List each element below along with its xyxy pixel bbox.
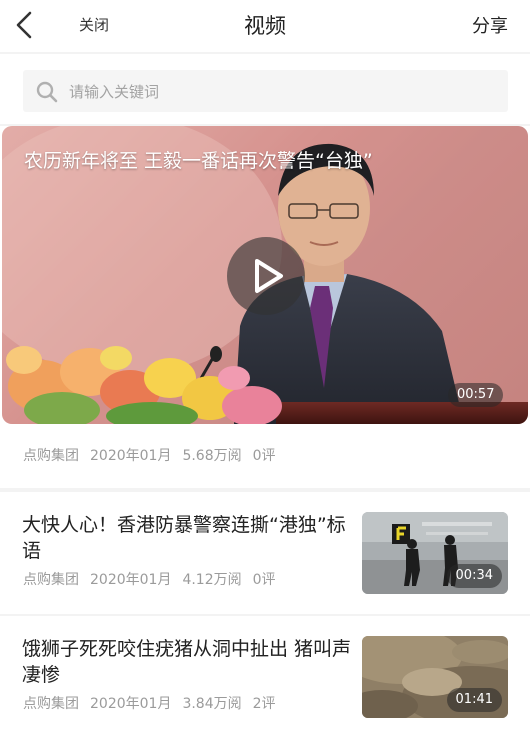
featured-video-title: 农历新年将至 王毅一番话再次警告“台独” [24, 150, 373, 172]
featured-video-meta: 点购集团 2020年01月 5.68万阅 0评 [23, 445, 287, 465]
video-meta: 点购集团 2020年01月 3.84万阅 2评 [23, 693, 287, 713]
search-bar [0, 54, 530, 124]
video-views: 3.84万阅 [182, 696, 242, 712]
page-title: 视频 [244, 14, 286, 38]
video-comments: 2评 [252, 696, 276, 712]
video-date: 2020年01月 [90, 448, 172, 464]
list-item[interactable]: 饿狮子死死咬住疣猪从洞中扯出 猪叫声凄惨 点购集团 2020年01月 3.84万阅 2… [0, 616, 530, 734]
play-button[interactable] [226, 236, 306, 316]
video-source: 点购集团 [23, 572, 79, 588]
featured-video-thumbnail[interactable]: 农历新年将至 王毅一番话再次警告“台独” 00:57 [2, 126, 528, 424]
video-source: 点购集团 [23, 696, 79, 712]
search-box[interactable] [23, 70, 508, 114]
video-duration: 01:41 [446, 688, 502, 712]
video-title: 大快人心！香港防暴警察连撕“港独”标语 [22, 514, 346, 562]
play-icon [227, 237, 305, 315]
video-thumbnail[interactable]: 00:34 [362, 512, 508, 594]
video-meta: 点购集团 2020年01月 4.12万阅 0评 [23, 569, 287, 589]
video-thumbnail[interactable]: 01:41 [362, 636, 508, 718]
top-bar: 关闭 视频 分享 [0, 0, 530, 52]
video-page: 关闭 视频 分享 请输入关键词 农历新年将至 王毅一番话再次警告“台独” 00:… [0, 0, 530, 734]
video-source: 点购集团 [23, 448, 79, 464]
video-date: 2020年01月 [90, 572, 172, 588]
search-input[interactable] [67, 70, 491, 114]
featured-video-card[interactable]: 农历新年将至 王毅一番话再次警告“台独” 00:57 点购集团 2020年01月 5… [0, 126, 530, 488]
video-views: 4.12万阅 [182, 572, 242, 588]
video-date: 2020年01月 [90, 696, 172, 712]
video-duration: 00:57 [448, 383, 504, 407]
list-item[interactable]: 大快人心！香港防暴警察连撕“港独”标语 点购集团 2020年01月 4.12万阅 0评… [0, 492, 530, 614]
video-duration: 00:34 [446, 564, 502, 588]
video-comments: 0评 [252, 448, 276, 464]
search-icon [36, 81, 58, 103]
share-button[interactable]: 分享 [472, 12, 508, 38]
video-views: 5.68万阅 [182, 448, 242, 464]
video-comments: 0评 [252, 572, 276, 588]
video-title: 饿狮子死死咬住疣猪从洞中扯出 猪叫声凄惨 [22, 638, 352, 686]
